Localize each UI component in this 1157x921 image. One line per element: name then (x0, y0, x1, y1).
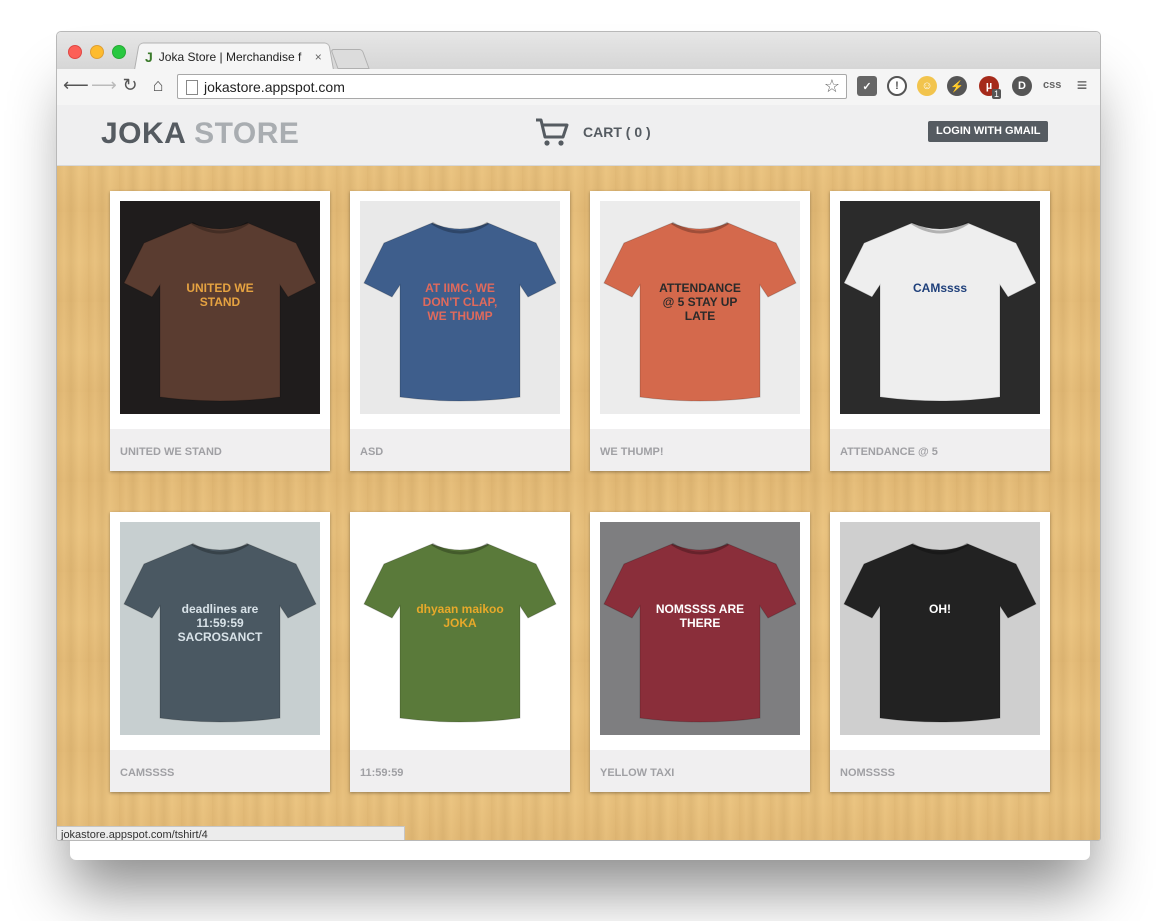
menu-icon[interactable]: ≡ (1071, 75, 1093, 96)
shirt-print-text: deadlines are 11:59:59 SACROSANCT (177, 602, 263, 644)
css-extension-icon[interactable]: css (1043, 79, 1061, 91)
site-header: JOKA STORE CART ( 0 ) LOGIN WITH GMAIL (57, 105, 1100, 166)
product-image-frame: UNITED WE STAND (110, 191, 330, 429)
status-bar: jokastore.appspot.com/tshirt/4 (57, 826, 405, 840)
logo-joka: JOKA (101, 117, 186, 150)
shirt-print-text: UNITED WE STAND (186, 281, 254, 309)
product-image-frame: NOMSSSS ARE THERE (590, 512, 810, 750)
product-image[interactable]: OH! (840, 522, 1040, 735)
forward-arrow-icon[interactable]: ⟶ (91, 75, 117, 96)
close-window-button[interactable] (68, 45, 82, 59)
home-icon[interactable]: ⌂ (147, 75, 169, 96)
ublock-badge: 1 (992, 89, 1002, 99)
product-name[interactable]: CAMSSSS (120, 767, 174, 779)
product-name[interactable]: WE THUMP! (600, 446, 664, 458)
bookmark-star-icon[interactable]: ☆ (824, 76, 840, 97)
product-image[interactable]: dhyaan maikoo JOKA (360, 522, 560, 735)
page-icon (186, 80, 198, 95)
product-name[interactable]: 11:59:59 (360, 767, 403, 779)
address-bar[interactable]: jokastore.appspot.com ☆ (177, 74, 847, 99)
product-image-frame: OH! (830, 512, 1050, 750)
shirt-print-text: CAMssss (912, 281, 968, 295)
pocket-icon[interactable]: ✓ (857, 76, 877, 96)
product-name[interactable]: YELLOW TAXI (600, 767, 674, 779)
product-card[interactable]: ATTENDANCE @ 5 STAY UP LATE WE THUMP! (590, 191, 810, 471)
new-tab-button[interactable] (330, 49, 370, 69)
page-content: JOKA STORE CART ( 0 ) LOGIN WITH GMAIL U… (57, 105, 1100, 840)
product-image-frame: dhyaan maikoo JOKA (350, 512, 570, 750)
product-image-frame: CAMssss (830, 191, 1050, 429)
product-image[interactable]: NOMSSSS ARE THERE (600, 522, 800, 735)
url-text: jokastore.appspot.com (204, 79, 345, 95)
product-name[interactable]: ATTENDANCE @ 5 (840, 446, 938, 458)
cart-icon (536, 118, 569, 146)
product-image-frame: ATTENDANCE @ 5 STAY UP LATE (590, 191, 810, 429)
cookie-extension-icon[interactable]: ☺ (917, 76, 937, 96)
cart-link[interactable]: CART ( 0 ) (535, 117, 651, 147)
info-extension-icon[interactable]: ! (887, 76, 907, 96)
product-image[interactable]: deadlines are 11:59:59 SACROSANCT (120, 522, 320, 735)
product-card[interactable]: OH! NOMSSSS (830, 512, 1050, 792)
logo-store: STORE (194, 117, 300, 150)
back-arrow-icon[interactable]: ⟵ (63, 75, 89, 96)
product-card[interactable]: CAMssss ATTENDANCE @ 5 (830, 191, 1050, 471)
site-logo[interactable]: JOKA STORE (101, 117, 299, 151)
reload-icon[interactable]: ↻ (119, 75, 141, 96)
cloud-extension-icon[interactable]: ⚡ (947, 76, 967, 96)
disconnect-extension-icon[interactable]: D (1012, 76, 1032, 96)
product-image[interactable]: ATTENDANCE @ 5 STAY UP LATE (600, 201, 800, 414)
product-image[interactable]: CAMssss (840, 201, 1040, 414)
shirt-print-text: OH! (929, 602, 951, 616)
shirt-print-text: NOMSSSS ARE THERE (655, 602, 745, 630)
browser-toolbar: ⟵ ⟶ ↻ ⌂ jokastore.appspot.com ☆ ✓ ! ☺ ⚡ … (57, 69, 1100, 106)
product-card[interactable]: NOMSSSS ARE THERE YELLOW TAXI (590, 512, 810, 792)
product-image[interactable]: AT IIMC, WE DON'T CLAP, WE THUMP (360, 201, 560, 414)
product-image-frame: deadlines are 11:59:59 SACROSANCT (110, 512, 330, 750)
product-image-frame: AT IIMC, WE DON'T CLAP, WE THUMP (350, 191, 570, 429)
product-card[interactable]: AT IIMC, WE DON'T CLAP, WE THUMP ASD (350, 191, 570, 471)
maximize-window-button[interactable] (112, 45, 126, 59)
browser-window: J Joka Store | Merchandise f × ⟵ ⟶ ↻ ⌂ j… (56, 31, 1101, 841)
product-card[interactable]: deadlines are 11:59:59 SACROSANCT CAMSSSS (110, 512, 330, 792)
product-card[interactable]: dhyaan maikoo JOKA 11:59:59 (350, 512, 570, 792)
favicon-icon: J (145, 49, 153, 65)
tab-title: Joka Store | Merchandise f (158, 50, 302, 64)
tab-bar: J Joka Store | Merchandise f × (57, 32, 1100, 70)
shirt-print-text: AT IIMC, WE DON'T CLAP, WE THUMP (422, 281, 498, 323)
product-name[interactable]: NOMSSSS (840, 767, 895, 779)
product-card[interactable]: UNITED WE STAND UNITED WE STAND (110, 191, 330, 471)
login-with-gmail-button[interactable]: LOGIN WITH GMAIL (928, 121, 1049, 142)
shirt-print-text: ATTENDANCE @ 5 STAY UP LATE (659, 281, 741, 323)
product-image[interactable]: UNITED WE STAND (120, 201, 320, 414)
shirt-print-text: dhyaan maikoo JOKA (416, 602, 504, 630)
product-name[interactable]: ASD (360, 446, 383, 458)
product-name[interactable]: UNITED WE STAND (120, 446, 222, 458)
cart-label: CART ( 0 ) (583, 124, 651, 140)
tab-close-icon[interactable]: × (315, 50, 322, 64)
minimize-window-button[interactable] (90, 45, 104, 59)
